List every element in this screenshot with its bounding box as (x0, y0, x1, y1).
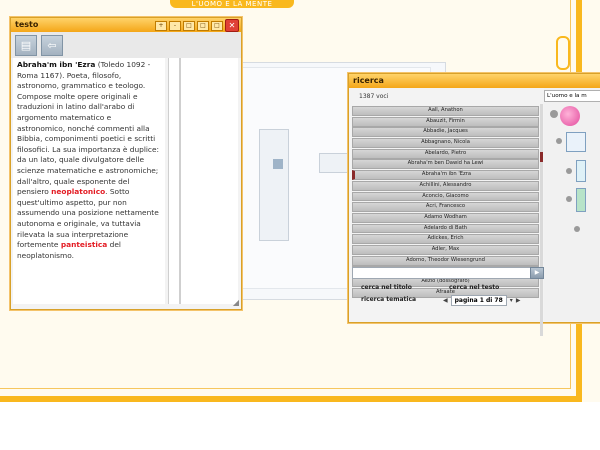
search-input[interactable] (352, 267, 531, 279)
page-selector[interactable]: pagina 1 di 78 (450, 295, 507, 306)
list-item[interactable]: Abbagnano, Nicola (352, 138, 539, 148)
thumbnail-3[interactable] (576, 188, 586, 212)
curl-decoration (556, 36, 570, 70)
list-item[interactable]: Abbadie, Jacques (352, 127, 539, 138)
testo-close-button[interactable]: ✕ (225, 19, 239, 32)
ghost-square (273, 159, 283, 169)
list-item[interactable]: Achillini, Alessandro (352, 180, 539, 191)
list-item[interactable]: Adamo Wodham (352, 212, 539, 223)
entry-text-1: (Toledo 1092 - Roma 1167). Poeta, filoso… (17, 60, 160, 197)
top-tab[interactable]: L'UOMO E LA MENTE (170, 0, 294, 8)
node-dot-icon[interactable] (574, 226, 580, 232)
node-dot-icon[interactable] (550, 110, 558, 118)
link-neoplatonico[interactable]: neoplatonico (51, 187, 105, 196)
print-icon[interactable]: ▤ (15, 35, 37, 56)
layout-two-icon[interactable]: □ (197, 20, 209, 31)
list-item[interactable]: Adorno, Theodor Wiesengrund (352, 255, 539, 266)
thumbnail-2[interactable] (576, 160, 586, 182)
back-arrow-icon[interactable]: ⇦ (41, 35, 63, 56)
thumbnail-1[interactable] (566, 132, 586, 152)
thematic-panel: L'uomo e la m (544, 88, 600, 321)
brain-node-icon[interactable] (560, 106, 580, 126)
ricerca-window: ricerca 1387 voci Aall, Anathon Abauzit, … (348, 73, 600, 336)
result-scrollbar[interactable] (540, 104, 543, 336)
list-item[interactable]: Adelardo di Bath (352, 223, 539, 234)
testo-column-3 (180, 58, 238, 304)
ghost-panel-small (259, 129, 289, 241)
link-panteistica[interactable]: panteistica (61, 240, 107, 249)
scroll-thumb[interactable] (540, 152, 543, 162)
node-dot-icon[interactable] (566, 168, 572, 174)
node-dot-icon[interactable] (556, 138, 562, 144)
testo-toolbar: ▤ ⇦ (11, 32, 241, 58)
ricerca-titlebar[interactable]: ricerca (349, 74, 600, 88)
entry-name: Abraha'm ibn 'Ezra (17, 60, 96, 69)
pager: ◀ pagina 1 di 78 ▾ ▶ (443, 295, 520, 306)
ghost-panel-tiny (319, 153, 349, 173)
inner-border-bottom (0, 388, 570, 389)
list-item[interactable]: Abraha'm ben Dawid ha Lewi (352, 159, 539, 170)
testo-window-controls: + - □ □ □ ✕ (155, 19, 239, 32)
resize-handle-icon[interactable]: ◢ (233, 298, 239, 307)
zoom-in-icon[interactable]: + (155, 20, 167, 31)
node-dot-icon[interactable] (566, 196, 572, 202)
zoom-out-icon[interactable]: - (169, 20, 181, 31)
search-go-button[interactable]: ▶ (530, 267, 544, 279)
result-count: 1387 voci (359, 93, 389, 100)
thematic-title: L'uomo e la m (544, 90, 600, 102)
prev-page-icon[interactable]: ◀ (443, 297, 448, 304)
testo-window: testo + - □ □ □ ✕ ▤ ⇦ Abraha'm ibn 'Ezra… (10, 17, 242, 310)
ricerca-title: ricerca (353, 76, 384, 85)
option-cerca-testo[interactable]: cerca nel testo (449, 284, 499, 291)
list-item[interactable]: Aconcio, Giacomo (352, 191, 539, 202)
list-item[interactable]: Abauzit, Firmin (352, 116, 539, 127)
page-dropdown-icon[interactable]: ▾ (510, 297, 513, 304)
list-item[interactable]: Adler, Max (352, 244, 539, 255)
testo-paragraph: Abraha'm ibn 'Ezra (Toledo 1092 - Roma 1… (13, 58, 165, 263)
list-item[interactable]: Aall, Anathon (352, 106, 539, 116)
layout-three-icon[interactable]: □ (211, 20, 223, 31)
option-cerca-titolo[interactable]: cerca nel titolo (361, 284, 412, 291)
layout-one-icon[interactable]: □ (183, 20, 195, 31)
list-item[interactable]: Adickes, Erich (352, 234, 539, 245)
bottom-border (0, 396, 582, 402)
testo-column-2 (168, 58, 180, 304)
testo-title: testo (15, 20, 39, 29)
list-item[interactable]: Acri, Francesco (352, 202, 539, 213)
testo-text-pane[interactable]: Abraha'm ibn 'Ezra (Toledo 1092 - Roma 1… (13, 58, 165, 304)
list-item[interactable]: Abelardo, Pietro (352, 148, 539, 159)
next-page-icon[interactable]: ▶ (516, 297, 521, 304)
list-item[interactable]: Abraha'm ibn 'Ezra (352, 170, 539, 181)
option-ricerca-tematica[interactable]: ricerca tematica (361, 296, 416, 303)
